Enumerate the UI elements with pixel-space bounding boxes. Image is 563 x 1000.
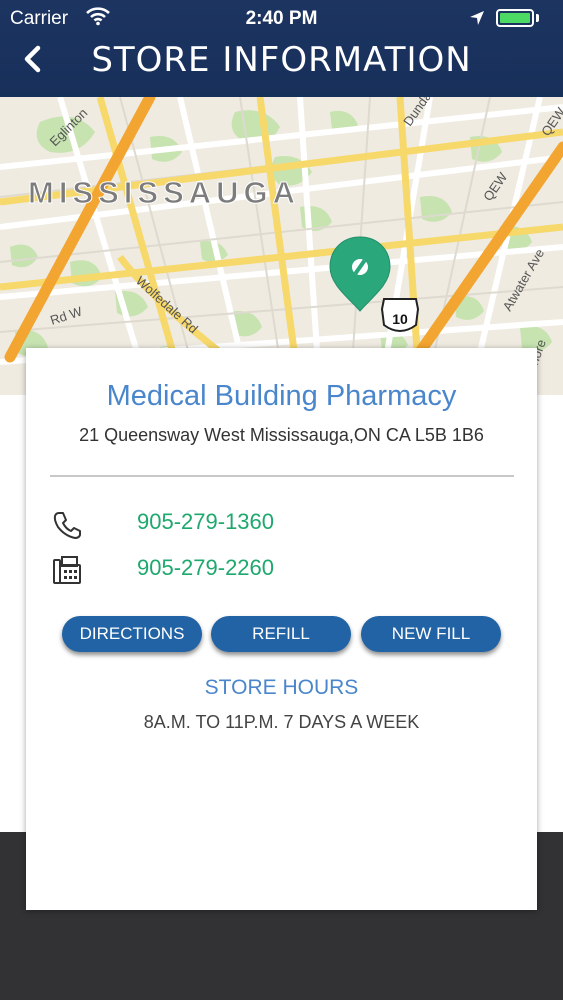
store-info-card: Medical Building Pharmacy 21 Queensway W… — [26, 348, 537, 910]
fax-icon — [53, 556, 81, 584]
store-hours-text: 8A.M. TO 11P.M. 7 DAYS A WEEK — [143, 712, 420, 732]
highway-shield-number: 10 — [392, 311, 408, 327]
location-arrow-icon — [470, 11, 484, 25]
directions-button[interactable]: DIRECTIONS — [62, 616, 202, 652]
fax-number-link[interactable]: 905-279-2260 — [137, 555, 274, 581]
status-bar: Carrier 2:40 PM — [0, 0, 563, 38]
battery-icon — [496, 9, 534, 27]
refill-button[interactable]: REFILL — [211, 616, 351, 652]
page-title: STORE INFORMATION — [91, 40, 472, 80]
store-name: Medical Building Pharmacy — [106, 380, 457, 412]
highway-shield-icon: 10 — [380, 298, 420, 332]
phone-number-link[interactable]: 905-279-1360 — [137, 509, 274, 535]
store-hours-heading: STORE HOURS — [204, 676, 359, 699]
map-city-label: MISSISSAUGA — [28, 175, 300, 210]
divider — [50, 475, 514, 477]
store-address: 21 Queensway West Mississauga,ON CA L5B … — [79, 425, 484, 445]
phone-icon — [53, 512, 81, 539]
top-bar: Carrier 2:40 PM STORE INFORMATION — [0, 0, 563, 97]
battery-tip — [536, 14, 539, 22]
new-fill-button[interactable]: NEW FILL — [361, 616, 501, 652]
